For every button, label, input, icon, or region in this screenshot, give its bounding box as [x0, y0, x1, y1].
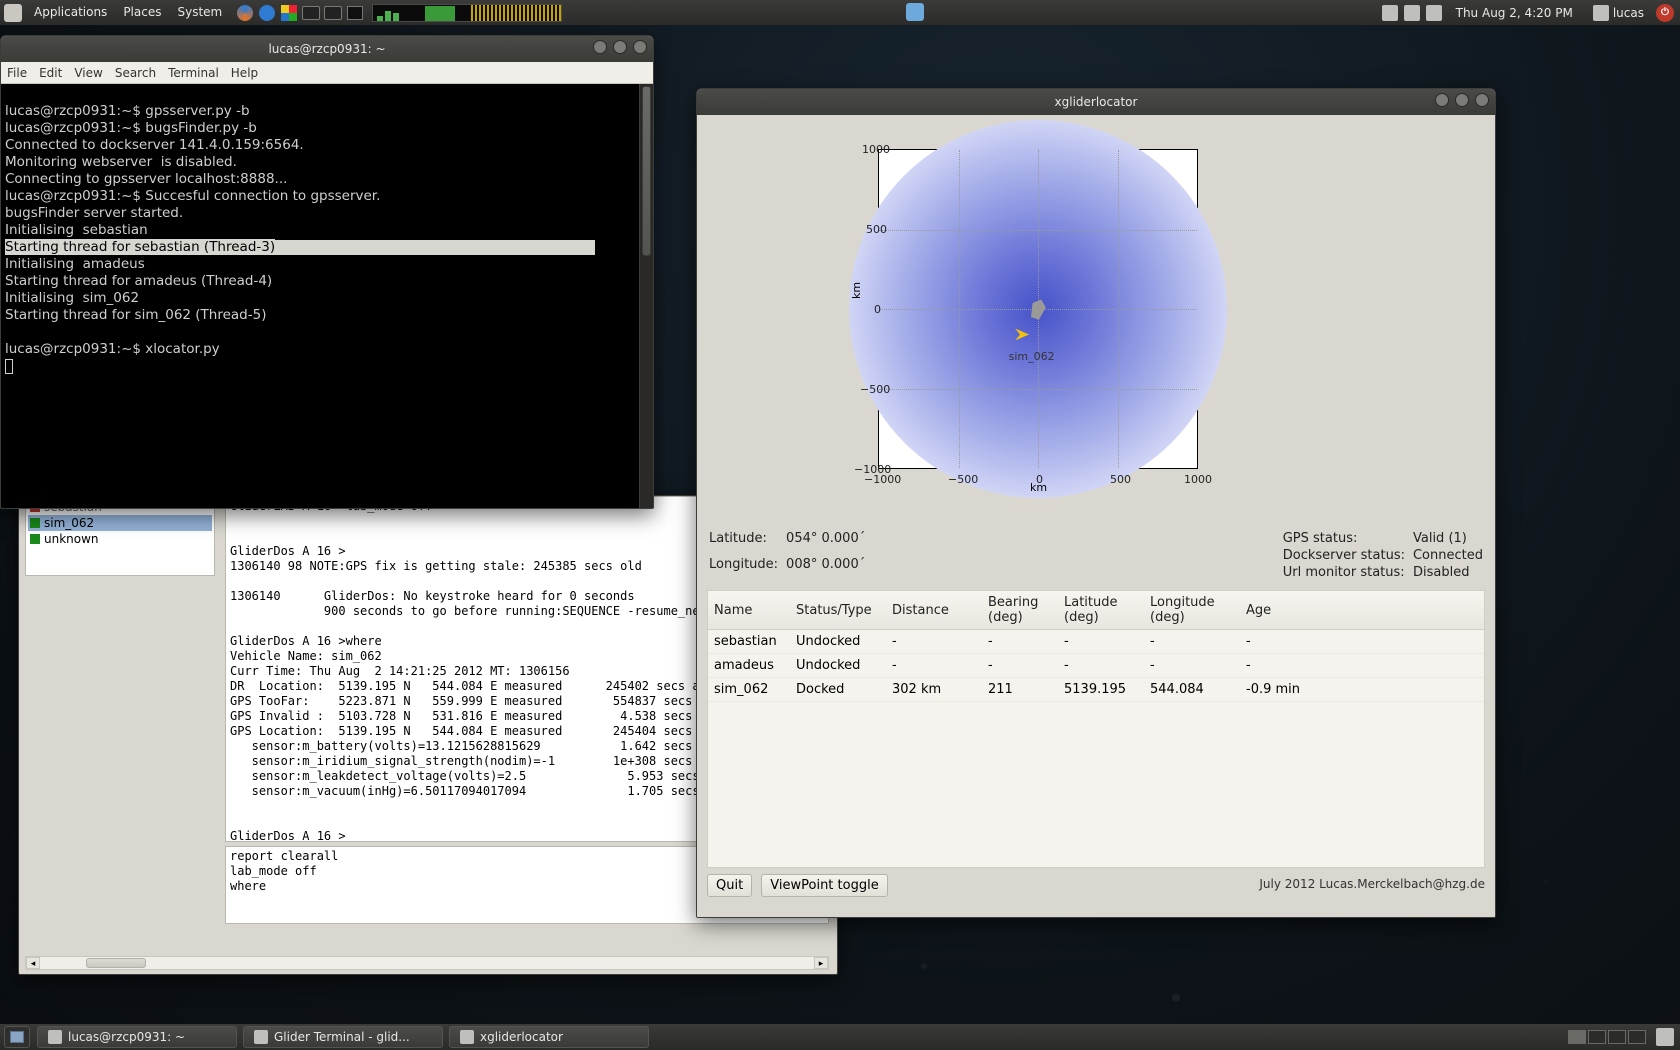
scrollbar-thumb[interactable]	[642, 86, 651, 256]
scroll-thumb[interactable]	[86, 958, 146, 968]
gps-status-label: GPS status:	[1283, 531, 1405, 546]
table-row[interactable]: sim_062Docked302 km2115139.195544.084-0.…	[708, 678, 1484, 702]
terminal-title: lucas@rzcp0931: ~	[268, 42, 385, 56]
terminal-scrollbar[interactable]	[639, 84, 653, 508]
gnome-terminal-window[interactable]: lucas@rzcp0931: ~ File Edit View Search …	[0, 35, 654, 509]
places-menu[interactable]: Places	[115, 0, 169, 25]
table-row[interactable]: sebastianUndocked-----	[708, 630, 1484, 654]
workspace-applet-1[interactable]	[302, 6, 320, 20]
xgliderlocator-window[interactable]: xgliderlocator sim_062	[696, 88, 1496, 918]
workspace-switcher[interactable]	[1568, 1030, 1646, 1044]
user-name: lucas	[1613, 6, 1644, 20]
shutdown-button[interactable]: ⏻	[1656, 4, 1674, 22]
gps-status-value: Valid (1)	[1413, 531, 1483, 546]
user-icon	[1593, 5, 1609, 21]
task-glider-terminal[interactable]: Glider Terminal - glid...	[243, 1026, 443, 1048]
scroll-left-icon[interactable]: ◂	[26, 957, 40, 969]
credit-label: July 2012 Lucas.Merckelbach@hzg.de	[1259, 877, 1485, 891]
xgl-title: xgliderlocator	[1055, 95, 1138, 109]
terminal-task-icon	[48, 1030, 62, 1044]
url-status-label: Url monitor status:	[1283, 565, 1405, 580]
terminal-titlebar[interactable]: lucas@rzcp0931: ~	[1, 36, 653, 62]
menu-view[interactable]: View	[74, 66, 102, 80]
gnome-bottom-panel: lucas@rzcp0931: ~ Glider Terminal - glid…	[0, 1024, 1680, 1050]
menu-terminal[interactable]: Terminal	[168, 66, 219, 80]
terminal-cursor	[5, 359, 13, 374]
close-button[interactable]	[633, 40, 647, 54]
horizontal-scrollbar[interactable]: ◂ ▸	[25, 956, 829, 970]
url-status-value: Disabled	[1413, 565, 1483, 580]
show-desktop-button[interactable]	[4, 1026, 30, 1048]
table-row[interactable]: amadeusUndocked-----	[708, 654, 1484, 678]
email-launcher-icon[interactable]	[256, 0, 278, 25]
menu-search[interactable]: Search	[115, 66, 156, 80]
maximize-button[interactable]	[613, 40, 627, 54]
user-menu[interactable]: lucas	[1587, 5, 1650, 21]
menu-help[interactable]: Help	[231, 66, 258, 80]
tree-item-sim062[interactable]: sim_062	[28, 515, 212, 531]
show-desktop-icon	[10, 1031, 24, 1043]
xgl-titlebar[interactable]: xgliderlocator	[697, 89, 1495, 115]
workspace-1[interactable]	[1568, 1030, 1586, 1044]
terminal-selection: Starting thread for sebastian (Thread-3)	[5, 239, 275, 255]
workspace-applet-2[interactable]	[324, 6, 342, 20]
windows-launcher-icon[interactable]	[278, 0, 300, 25]
minimize-button[interactable]	[1435, 93, 1449, 107]
latitude-label: Latitude:	[709, 531, 778, 555]
trash-icon[interactable]	[1656, 1028, 1674, 1046]
menu-edit[interactable]: Edit	[39, 66, 62, 80]
xgl-task-icon	[460, 1030, 474, 1044]
plot-axes: sim_062	[878, 149, 1198, 469]
status-strip: Latitude: 054° 0.000´ Longitude: 008° 0.…	[697, 523, 1495, 586]
system-menu[interactable]: System	[169, 0, 230, 25]
terminal-menubar: File Edit View Search Terminal Help	[1, 62, 653, 84]
glider-marker-label: sim_062	[1009, 350, 1055, 363]
table-header: Name Status/Type Distance Bearing (deg) …	[708, 591, 1484, 630]
quit-button[interactable]: Quit	[707, 874, 752, 897]
scroll-right-icon[interactable]: ▸	[814, 957, 828, 969]
dock-status-value: Connected	[1413, 548, 1483, 563]
workspace-4[interactable]	[1628, 1030, 1646, 1044]
browser-launcher-icon[interactable]	[234, 0, 256, 25]
longitude-value: 008° 0.000´	[786, 557, 865, 581]
clock[interactable]: Thu Aug 2, 4:20 PM	[1448, 6, 1581, 20]
maximize-button[interactable]	[1455, 93, 1469, 107]
task-terminal[interactable]: lucas@rzcp0931: ~	[37, 1026, 237, 1048]
terminal-body[interactable]: lucas@rzcp0931:~$ gpsserver.py -b lucas@…	[1, 84, 653, 508]
applications-menu[interactable]: Applications	[26, 0, 115, 25]
longitude-label: Longitude:	[709, 557, 778, 581]
tree-item-unknown[interactable]: unknown	[28, 531, 212, 547]
system-monitor-applet[interactable]	[372, 4, 562, 22]
glider-task-icon	[254, 1030, 268, 1044]
plot-ylabel: km	[850, 282, 863, 299]
workspace-3[interactable]	[1608, 1030, 1626, 1044]
workspace-2[interactable]	[1588, 1030, 1606, 1044]
close-button[interactable]	[1475, 93, 1489, 107]
clipboard-applet-icon[interactable]	[906, 3, 924, 21]
menu-file[interactable]: File	[7, 66, 27, 80]
viewpoint-toggle-button[interactable]: ViewPoint toggle	[761, 874, 887, 897]
gnome-top-panel: Applications Places System Thu Aug 2, 4:…	[0, 0, 1680, 25]
print-tray-icon[interactable]	[1382, 5, 1398, 21]
dock-status-label: Dockserver status:	[1283, 548, 1405, 563]
network-tray-icon[interactable]	[1426, 5, 1442, 21]
task-xgliderlocator[interactable]: xgliderlocator	[449, 1026, 649, 1048]
terminal-launcher-icon[interactable]	[344, 0, 366, 25]
locator-plot: sim_062 1000 500 0 −500 −1000 −1000 −500…	[697, 115, 1495, 523]
update-tray-icon[interactable]	[1404, 5, 1420, 21]
latitude-value: 054° 0.000´	[786, 531, 865, 555]
gnome-foot-icon[interactable]	[4, 4, 22, 22]
plot-xlabel: km	[1030, 481, 1047, 494]
glider-table[interactable]: Name Status/Type Distance Bearing (deg) …	[707, 590, 1485, 868]
minimize-button[interactable]	[593, 40, 607, 54]
